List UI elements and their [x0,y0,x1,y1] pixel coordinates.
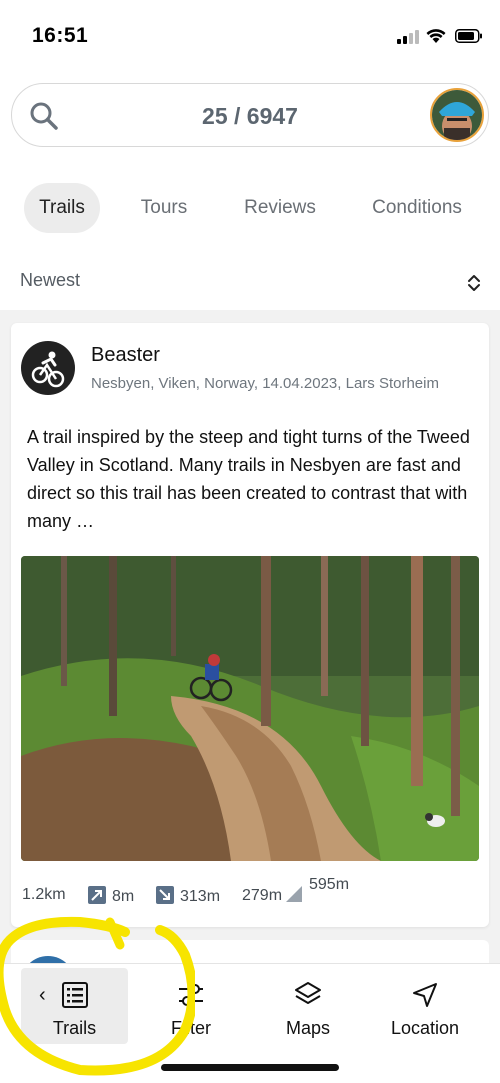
home-indicator [161,1064,339,1071]
trail-card[interactable]: Beaster Nesbyen, Viken, Norway, 14.04.20… [11,323,489,927]
nav-label-trails: Trails [52,1018,97,1038]
mountain-bike-icon [21,341,75,395]
nav-label-location: Location [390,1018,460,1038]
cellular-signal-icon [397,30,421,44]
stat-descent: 313m [156,886,220,906]
trail-meta: Nesbyen, Viken, Norway, 14.04.2023, Lars… [91,375,439,392]
list-icon [62,982,88,1008]
status-time: 16:51 [32,24,89,47]
wifi-icon [426,29,446,43]
back-chevron-icon[interactable]: ‹ [39,984,46,1007]
status-bar: 16:51 [0,0,500,70]
nav-location[interactable]: Location [375,968,475,1044]
sort-label: Newest [20,270,81,290]
descent-value: 313m [180,888,221,905]
tab-tours[interactable]: Tours [122,183,206,233]
stat-elevation-max: 595m [309,876,349,894]
trail-stats: 1.2km 8m 313m 279m 595m [22,876,482,914]
user-avatar[interactable] [430,88,484,142]
trail-count: 25 / 6947 [202,103,298,129]
stat-elevation: 279m [242,886,306,905]
elevation-icon [286,886,303,902]
tab-conditions[interactable]: Conditions [362,183,472,233]
nav-label-filter: Filter [171,1018,211,1038]
stat-distance: 1.2km [22,886,66,904]
layers-icon [295,982,321,1004]
elevation-max-value: 595m [309,876,350,893]
nav-trails[interactable]: ‹ Trails [21,968,128,1044]
nav-maps[interactable]: Maps [258,968,358,1044]
descent-arrow-icon [156,886,174,904]
stat-climb: 8m [88,886,134,906]
trail-description: A trail inspired by the steep and tight … [27,427,470,531]
climb-arrow-icon [88,886,106,904]
battery-icon [455,29,482,43]
tab-bar: Trails Tours Reviews Conditions [0,183,500,233]
sort-selector[interactable]: Newest [0,262,500,302]
distance-value: 1.2km [22,886,66,903]
tab-trails[interactable]: Trails [24,183,100,233]
sliders-icon [179,984,203,1006]
trail-title[interactable]: Beaster [91,344,160,367]
search-bar[interactable]: 25 / 6947 [11,83,489,147]
tab-reviews[interactable]: Reviews [236,183,324,233]
sort-chevrons-icon[interactable] [466,274,482,292]
nav-filter[interactable]: Filter [141,968,241,1044]
trail-photo[interactable] [21,556,479,861]
climb-value: 8m [112,888,135,905]
elevation-min-value: 279m [242,887,283,904]
navigation-arrow-icon [413,983,437,1007]
nav-label-maps: Maps [285,1018,330,1038]
